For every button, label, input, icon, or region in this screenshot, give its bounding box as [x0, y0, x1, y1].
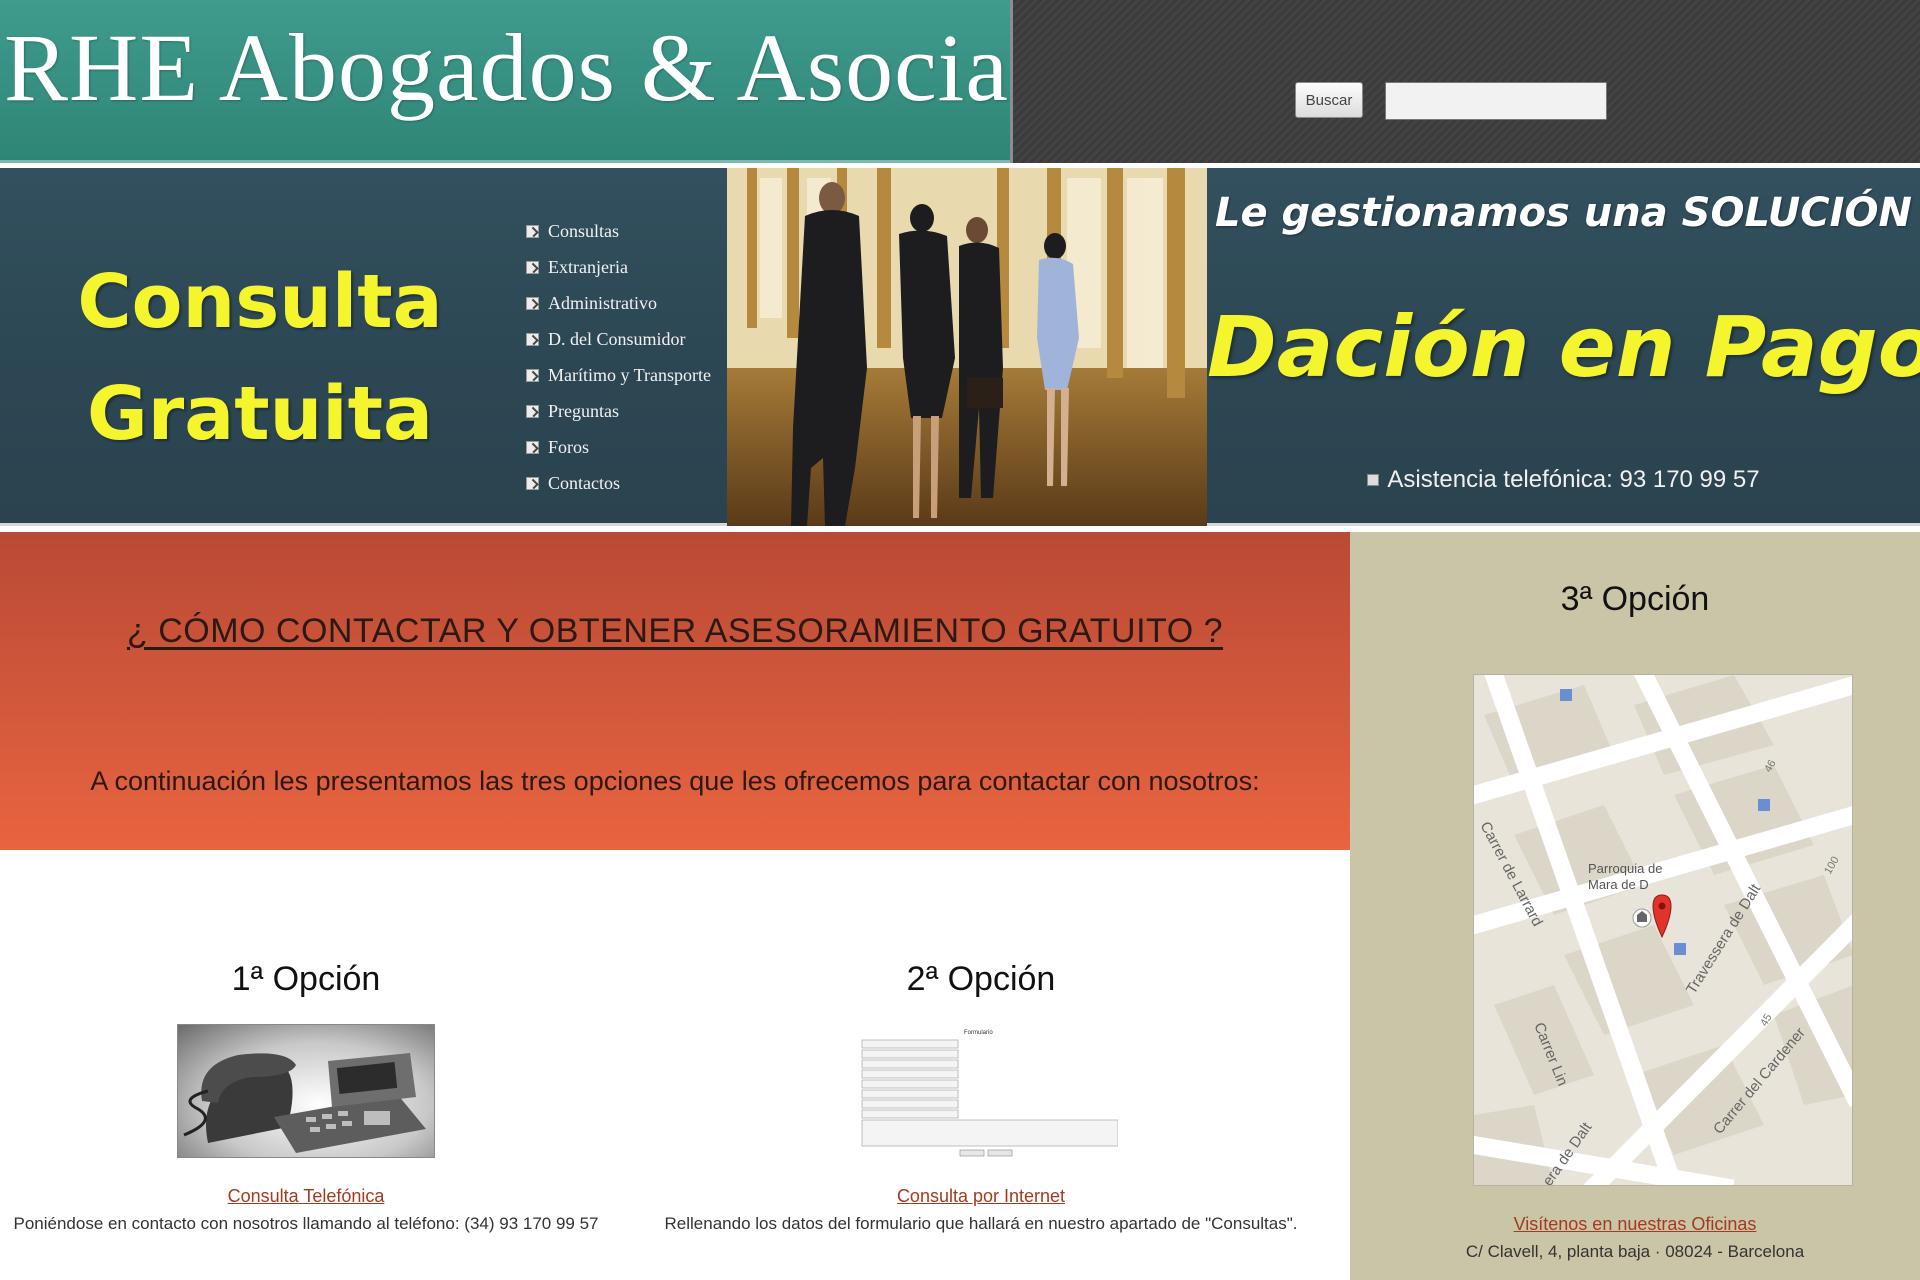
nav-item-consultas[interactable]: Consultas — [526, 213, 726, 249]
promo-headline: Dación en Pago — [1207, 298, 1920, 396]
main-nav: Consultas Extranjeria Administrativo D. … — [526, 213, 726, 501]
visit-offices-link[interactable]: Visítenos en nuestras Oficinas — [1350, 1214, 1920, 1235]
dacion-en-pago-promo[interactable]: Le gestionamos una SOLUCIÓN Dación en Pa… — [1207, 168, 1920, 526]
intro-text: A continuación les presentamos las tres … — [90, 766, 1260, 796]
checkbox-bullet-icon — [526, 404, 539, 418]
nav-item-label: Consultas — [548, 220, 620, 241]
map-place-label: Mara de D — [1588, 877, 1649, 892]
option-title: 2ª Opción — [906, 960, 1056, 998]
church-icon — [1632, 908, 1652, 928]
contact-intro: ¿ CÓMO CONTACTAR Y OBTENER ASESORAMIENTO… — [0, 532, 1350, 850]
promo-left-line-1: Consulta — [77, 259, 443, 345]
nav-item-preguntas[interactable]: Preguntas — [526, 393, 726, 429]
nav-item-label: Marítimo y Transporte — [548, 364, 712, 385]
promo-tagline: Le gestionamos una SOLUCIÓN — [1215, 190, 1912, 236]
nav-item-maritimo[interactable]: Marítimo y Transporte — [526, 357, 726, 393]
free-consultation-promo[interactable]: Consulta Gratuita — [0, 168, 520, 526]
office-address: C/ Clavell, 4, planta baja · 08024 - Bar… — [1465, 1242, 1805, 1261]
checkbox-bullet-icon — [526, 368, 539, 382]
nav-item-foros[interactable]: Foros — [526, 429, 726, 465]
site-header: RHE Abogados & Asociados — [0, 0, 1144, 163]
internet-consultation-desc: Rellenando los datos del formulario que … — [664, 1214, 1298, 1233]
nav-item-administrativo[interactable]: Administrativo — [526, 285, 726, 321]
checkbox-bullet-icon — [526, 476, 539, 490]
nav-item-label: Foros — [548, 436, 590, 457]
hero-banner: Consulta Gratuita Consultas Extranjeria … — [0, 168, 1920, 526]
nav-item-label: Extranjeria — [548, 256, 628, 277]
contact-options: 1ª Opción Consulta Telefónica Poniéndose… — [0, 850, 1350, 1280]
section-heading: ¿ CÓMO CONTACTAR Y OBTENER ASESORAMIENTO… — [0, 612, 1350, 651]
checkbox-bullet-icon — [526, 296, 539, 310]
checkbox-bullet-icon — [526, 224, 539, 238]
nav-item-extranjeria[interactable]: Extranjeria — [526, 249, 726, 285]
map-place-label: Parroquia de — [1588, 861, 1662, 876]
option-phone: 1ª Opción Consulta Telefónica Poniéndose… — [0, 850, 612, 1280]
site-title[interactable]: RHE Abogados & Asociados — [4, 12, 1145, 123]
checkbox-bullet-icon — [526, 260, 539, 274]
phone-assistance-text: Asistencia telefónica: 93 170 99 57 — [1387, 466, 1760, 493]
option-office: 3ª Opción Carrer de Larrard Travessera d… — [1350, 532, 1920, 1280]
office-map[interactable]: Carrer de Larrard Travessera de Dalt Car… — [1473, 674, 1853, 1186]
search-input[interactable] — [1385, 82, 1607, 120]
nav-item-label: Administrativo — [548, 292, 657, 313]
phone-consultation-desc: Poniéndose en contacto con nosotros llam… — [13, 1214, 599, 1233]
form-thumbnail[interactable]: Formulario — [860, 1026, 1119, 1158]
phone-assistance: Asistencia telefónica: 93 170 99 57 — [1207, 466, 1920, 494]
option-internet: 2ª Opción Formulario Consulta por Intern… — [612, 850, 1350, 1280]
section-heading-link[interactable]: ¿ CÓMO CONTACTAR Y OBTENER ASESORAMIENTO… — [127, 612, 1223, 650]
phone-icon — [1367, 474, 1380, 486]
form-thumbnail-title: Formulario — [964, 1030, 993, 1036]
desk-phone-image[interactable] — [177, 1024, 435, 1158]
internet-consultation-link[interactable]: Consulta por Internet — [612, 1186, 1350, 1207]
nav-item-label: D. del Consumidor — [548, 328, 686, 349]
phone-consultation-link[interactable]: Consulta Telefónica — [0, 1186, 612, 1207]
office-photo — [727, 168, 1207, 526]
checkbox-bullet-icon — [526, 332, 539, 346]
option-title: 3ª Opción — [1560, 580, 1710, 618]
promo-left-line-2: Gratuita — [87, 371, 433, 457]
nav-item-label: Preguntas — [548, 400, 619, 421]
nav-item-consumidor[interactable]: D. del Consumidor — [526, 321, 726, 357]
nav-item-label: Contactos — [548, 472, 620, 493]
option-title: 1ª Opción — [231, 960, 381, 998]
checkbox-bullet-icon — [526, 440, 539, 454]
nav-item-contactos[interactable]: Contactos — [526, 465, 726, 501]
search-button[interactable]: Buscar — [1295, 82, 1363, 118]
